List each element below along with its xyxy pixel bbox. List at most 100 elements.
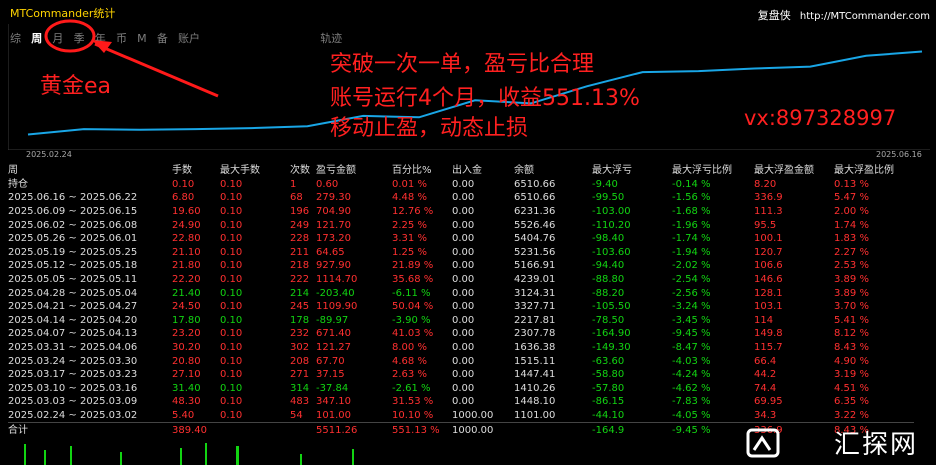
brand-url[interactable]: http://MTCommander.com [800,11,930,22]
col-max-float-loss-pct[interactable]: 最大浮亏比例 [672,164,754,178]
tab-quarter[interactable]: 季 [74,30,85,46]
table-cell: 245 [290,301,310,313]
table-cell: 2025.03.03 ~ 2025.03.09 [8,396,138,408]
table-cell: 2.00 % [834,206,869,218]
tab-account[interactable]: 账户 [178,30,200,46]
table-cell: -88.20 [592,287,625,299]
table-cell: 0.10 [220,287,243,299]
col-profit[interactable]: 盈亏金额 [316,164,392,178]
table-cell: 279.30 [316,192,351,204]
stats-window: MTCommander统计 复盘侠 http://MTCommander.com… [0,0,936,465]
col-max-float-loss[interactable]: 最大浮亏 [592,164,672,178]
table-cell: 121.27 [316,342,351,354]
table-row[interactable]: 持仓 0.10 0.10 1 0.60 0.01 % 0.00 6510.66 -9.40 -0.… [8,178,914,192]
table-cell: 0.10 [172,178,195,190]
table-cell: 1109.90 [316,301,358,313]
tab-month[interactable]: 月 [52,30,63,46]
table-cell: -203.40 [316,287,355,299]
table-row[interactable]: 2025.04.28 ~ 2025.05.04 21.40 0.10 214 -203.… [8,286,914,300]
table-cell: 0.00 [452,342,475,354]
table-cell: 21.40 [172,287,201,299]
col-deposit[interactable]: 出入金 [452,164,514,178]
col-trades[interactable]: 次数 [290,164,316,178]
brand: 复盘侠 http://MTCommander.com [758,7,930,23]
table-cell: 0.00 [452,206,475,218]
table-cell: -1.94 % [672,246,711,258]
table-row[interactable]: 2025.03.24 ~ 2025.03.30 20.80 0.10 208 67.70… [8,354,914,368]
tab-track[interactable]: 轨迹 [320,30,342,46]
table-cell: 0.10 [220,274,243,286]
table-cell: 1.83 % [834,233,869,245]
table-cell: 37.15 [316,369,345,381]
table-cell: 1447.41 [514,369,556,381]
table-cell: 0.10 [220,260,243,272]
table-cell: 0.00 [452,396,475,408]
table-cell: 704.90 [316,206,351,218]
table-row[interactable]: 2025.04.14 ~ 2025.04.20 17.80 0.10 178 -89.9… [8,314,914,328]
col-percent[interactable]: 百分比% [392,164,452,178]
x-axis-end-label: 2025.06.16 [876,150,922,159]
table-cell: 100.1 [754,233,783,245]
table-cell: 115.7 [754,342,783,354]
table-row[interactable]: 2025.06.16 ~ 2025.06.22 6.80 0.10 68 279.30 4… [8,191,914,205]
table-cell: 0.00 [452,301,475,313]
table-cell: -6.11 % [392,287,431,299]
table-row[interactable]: 2025.04.21 ~ 2025.04.27 24.50 0.10 245 1109.… [8,300,914,314]
table-row[interactable]: 2025.03.31 ~ 2025.04.06 30.20 0.10 302 121.2… [8,341,914,355]
col-max-float-profit[interactable]: 最大浮盈金额 [754,164,834,178]
table-cell: 1636.38 [514,342,556,354]
total-cell: 5511.26 [316,422,392,437]
tab-summary[interactable]: 综 [10,30,21,46]
weekly-stats-table: 周 手数 最大手数 次数 盈亏金额 百分比% 出入金 余额 最大浮亏 最大浮亏比… [8,164,914,437]
table-cell: 22.20 [172,274,201,286]
table-cell: 2025.03.17 ~ 2025.03.23 [8,369,138,381]
table-row[interactable]: 2025.02.24 ~ 2025.03.02 5.40 0.10 54 101.00 1… [8,409,914,423]
col-week[interactable]: 周 [8,164,172,178]
table-cell: 0.10 [220,355,243,367]
col-max-float-profit-pct[interactable]: 最大浮盈比例 [834,164,914,178]
tab-magic[interactable]: M [137,32,147,45]
table-cell: 4239.01 [514,274,556,286]
table-cell: 0.10 [220,206,243,218]
table-cell: 6510.66 [514,192,556,204]
table-cell: 1 [290,178,297,190]
table-cell: 5166.91 [514,260,556,272]
table-row[interactable]: 2025.04.07 ~ 2025.04.13 23.20 0.10 232 671.4… [8,327,914,341]
table-cell: 0.00 [452,219,475,231]
table-header-row: 周 手数 最大手数 次数 盈亏金额 百分比% 出入金 余额 最大浮亏 最大浮亏比… [8,164,914,178]
tab-note[interactable]: 备 [157,30,168,46]
table-row[interactable]: 2025.05.05 ~ 2025.05.11 22.20 0.10 222 1114.… [8,273,914,287]
tab-year[interactable]: 年 [95,30,106,46]
table-cell: 3327.71 [514,301,556,313]
table-cell: -103.60 [592,246,631,258]
table-cell: -164.90 [592,328,631,340]
table-cell: 0.00 [452,246,475,258]
table-cell: 8.00 % [392,342,427,354]
tab-symbol[interactable]: 币 [116,30,127,46]
col-balance[interactable]: 余额 [514,164,592,178]
table-row[interactable]: 2025.05.12 ~ 2025.05.18 21.80 0.10 218 927.9… [8,259,914,273]
table-row[interactable]: 2025.03.03 ~ 2025.03.09 48.30 0.10 483 347.1… [8,395,914,409]
tab-week[interactable]: 周 [31,30,42,46]
table-row[interactable]: 2025.03.17 ~ 2025.03.23 27.10 0.10 271 37.15… [8,368,914,382]
table-row[interactable]: 2025.05.26 ~ 2025.06.01 22.80 0.10 228 173.2… [8,232,914,246]
table-row[interactable]: 2025.06.09 ~ 2025.06.15 19.60 0.10 196 704.9… [8,205,914,219]
table-cell: 4.68 % [392,355,427,367]
table-cell: 1114.70 [316,274,358,286]
table-row[interactable]: 2025.06.02 ~ 2025.06.08 24.90 0.10 249 121.7… [8,218,914,232]
table-cell: 24.50 [172,301,201,313]
table-cell: 128.1 [754,287,783,299]
table-cell: 30.20 [172,342,201,354]
table-cell: 0.00 [452,178,475,190]
table-cell: 249 [290,219,310,231]
table-cell: 31.40 [172,382,201,394]
watermark-logo-icon [746,428,780,458]
table-cell: 2217.81 [514,314,556,326]
table-cell: 0.00 [452,369,475,381]
table-cell: 2.25 % [392,219,427,231]
col-lots[interactable]: 手数 [172,164,220,178]
col-max-lots[interactable]: 最大手数 [220,164,290,178]
table-cell: 228 [290,233,310,245]
table-row[interactable]: 2025.05.19 ~ 2025.05.25 21.10 0.10 211 64.65… [8,246,914,260]
table-row[interactable]: 2025.03.10 ~ 2025.03.16 31.40 0.10 314 -37.8… [8,382,914,396]
